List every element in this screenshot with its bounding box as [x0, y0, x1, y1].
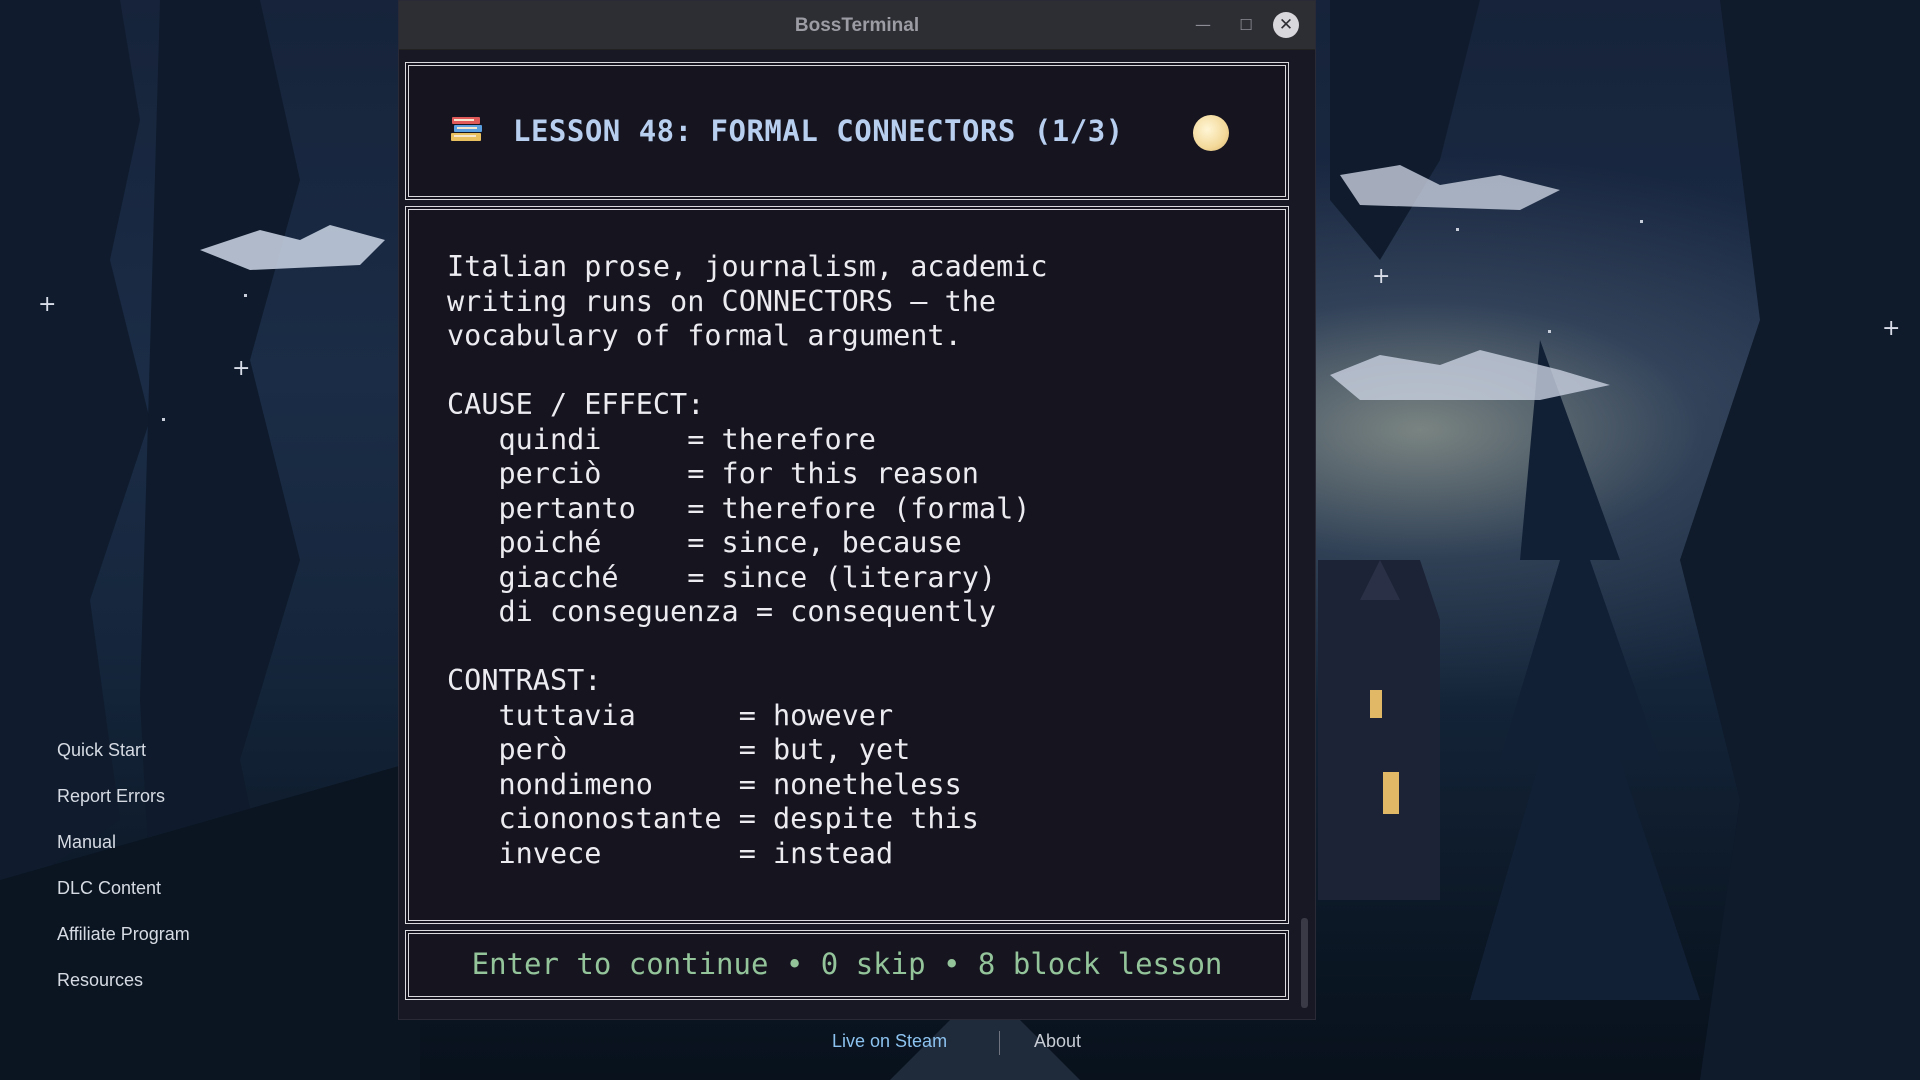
star-icon: +: [1372, 264, 1391, 289]
about-link[interactable]: About: [1034, 1031, 1081, 1052]
sidebar-item-report-errors[interactable]: Report Errors: [57, 781, 190, 827]
sidebar-item-manual[interactable]: Manual: [57, 827, 190, 873]
minimize-icon[interactable]: —: [1191, 13, 1215, 37]
sidebar-menu: Quick Start Report Errors Manual DLC Con…: [57, 735, 190, 1011]
star-dot: [1548, 330, 1551, 333]
star-icon: +: [232, 356, 251, 381]
lesson-footer-hint: Enter to continue • 0 skip • 8 block les…: [471, 947, 1223, 981]
star-dot: [162, 418, 165, 421]
lesson-title: LESSON 48: FORMAL CONNECTORS (1/3): [513, 114, 1124, 148]
star-dot: [1640, 220, 1643, 223]
sidebar-item-affiliate-program[interactable]: Affiliate Program: [57, 919, 190, 965]
terminal-window: BossTerminal — ☐ ✕ LESSON 48: FORMAL CON…: [398, 0, 1316, 1020]
lesson-body-text: Italian prose, journalism, academic writ…: [447, 250, 1048, 870]
terminal-scrollbar[interactable]: [1301, 918, 1308, 1008]
star-icon: +: [38, 292, 57, 317]
lesson-footer-box: Enter to continue • 0 skip • 8 block les…: [405, 930, 1289, 1000]
maximize-icon[interactable]: ☐: [1234, 13, 1258, 37]
window-title: BossTerminal: [794, 15, 920, 36]
star-dot: [244, 294, 247, 297]
lesson-header-box: LESSON 48: FORMAL CONNECTORS (1/3): [405, 62, 1289, 200]
sidebar-item-dlc-content[interactable]: DLC Content: [57, 873, 190, 919]
close-icon[interactable]: ✕: [1273, 12, 1299, 38]
bottom-links: Live on Steam About: [0, 1031, 1920, 1057]
moon-icon: [1193, 115, 1229, 151]
live-on-steam-link[interactable]: Live on Steam: [832, 1031, 947, 1052]
terminal-area[interactable]: LESSON 48: FORMAL CONNECTORS (1/3) Itali…: [399, 50, 1315, 1019]
books-icon: [451, 117, 482, 141]
star-icon: +: [1882, 316, 1901, 341]
window-titlebar[interactable]: BossTerminal — ☐ ✕: [399, 1, 1315, 50]
star-dot: [1456, 228, 1459, 231]
sidebar-item-resources[interactable]: Resources: [57, 965, 190, 1011]
lesson-content-box: Italian prose, journalism, academic writ…: [405, 206, 1289, 924]
link-divider: [999, 1031, 1000, 1055]
sidebar-item-quick-start[interactable]: Quick Start: [57, 735, 190, 781]
